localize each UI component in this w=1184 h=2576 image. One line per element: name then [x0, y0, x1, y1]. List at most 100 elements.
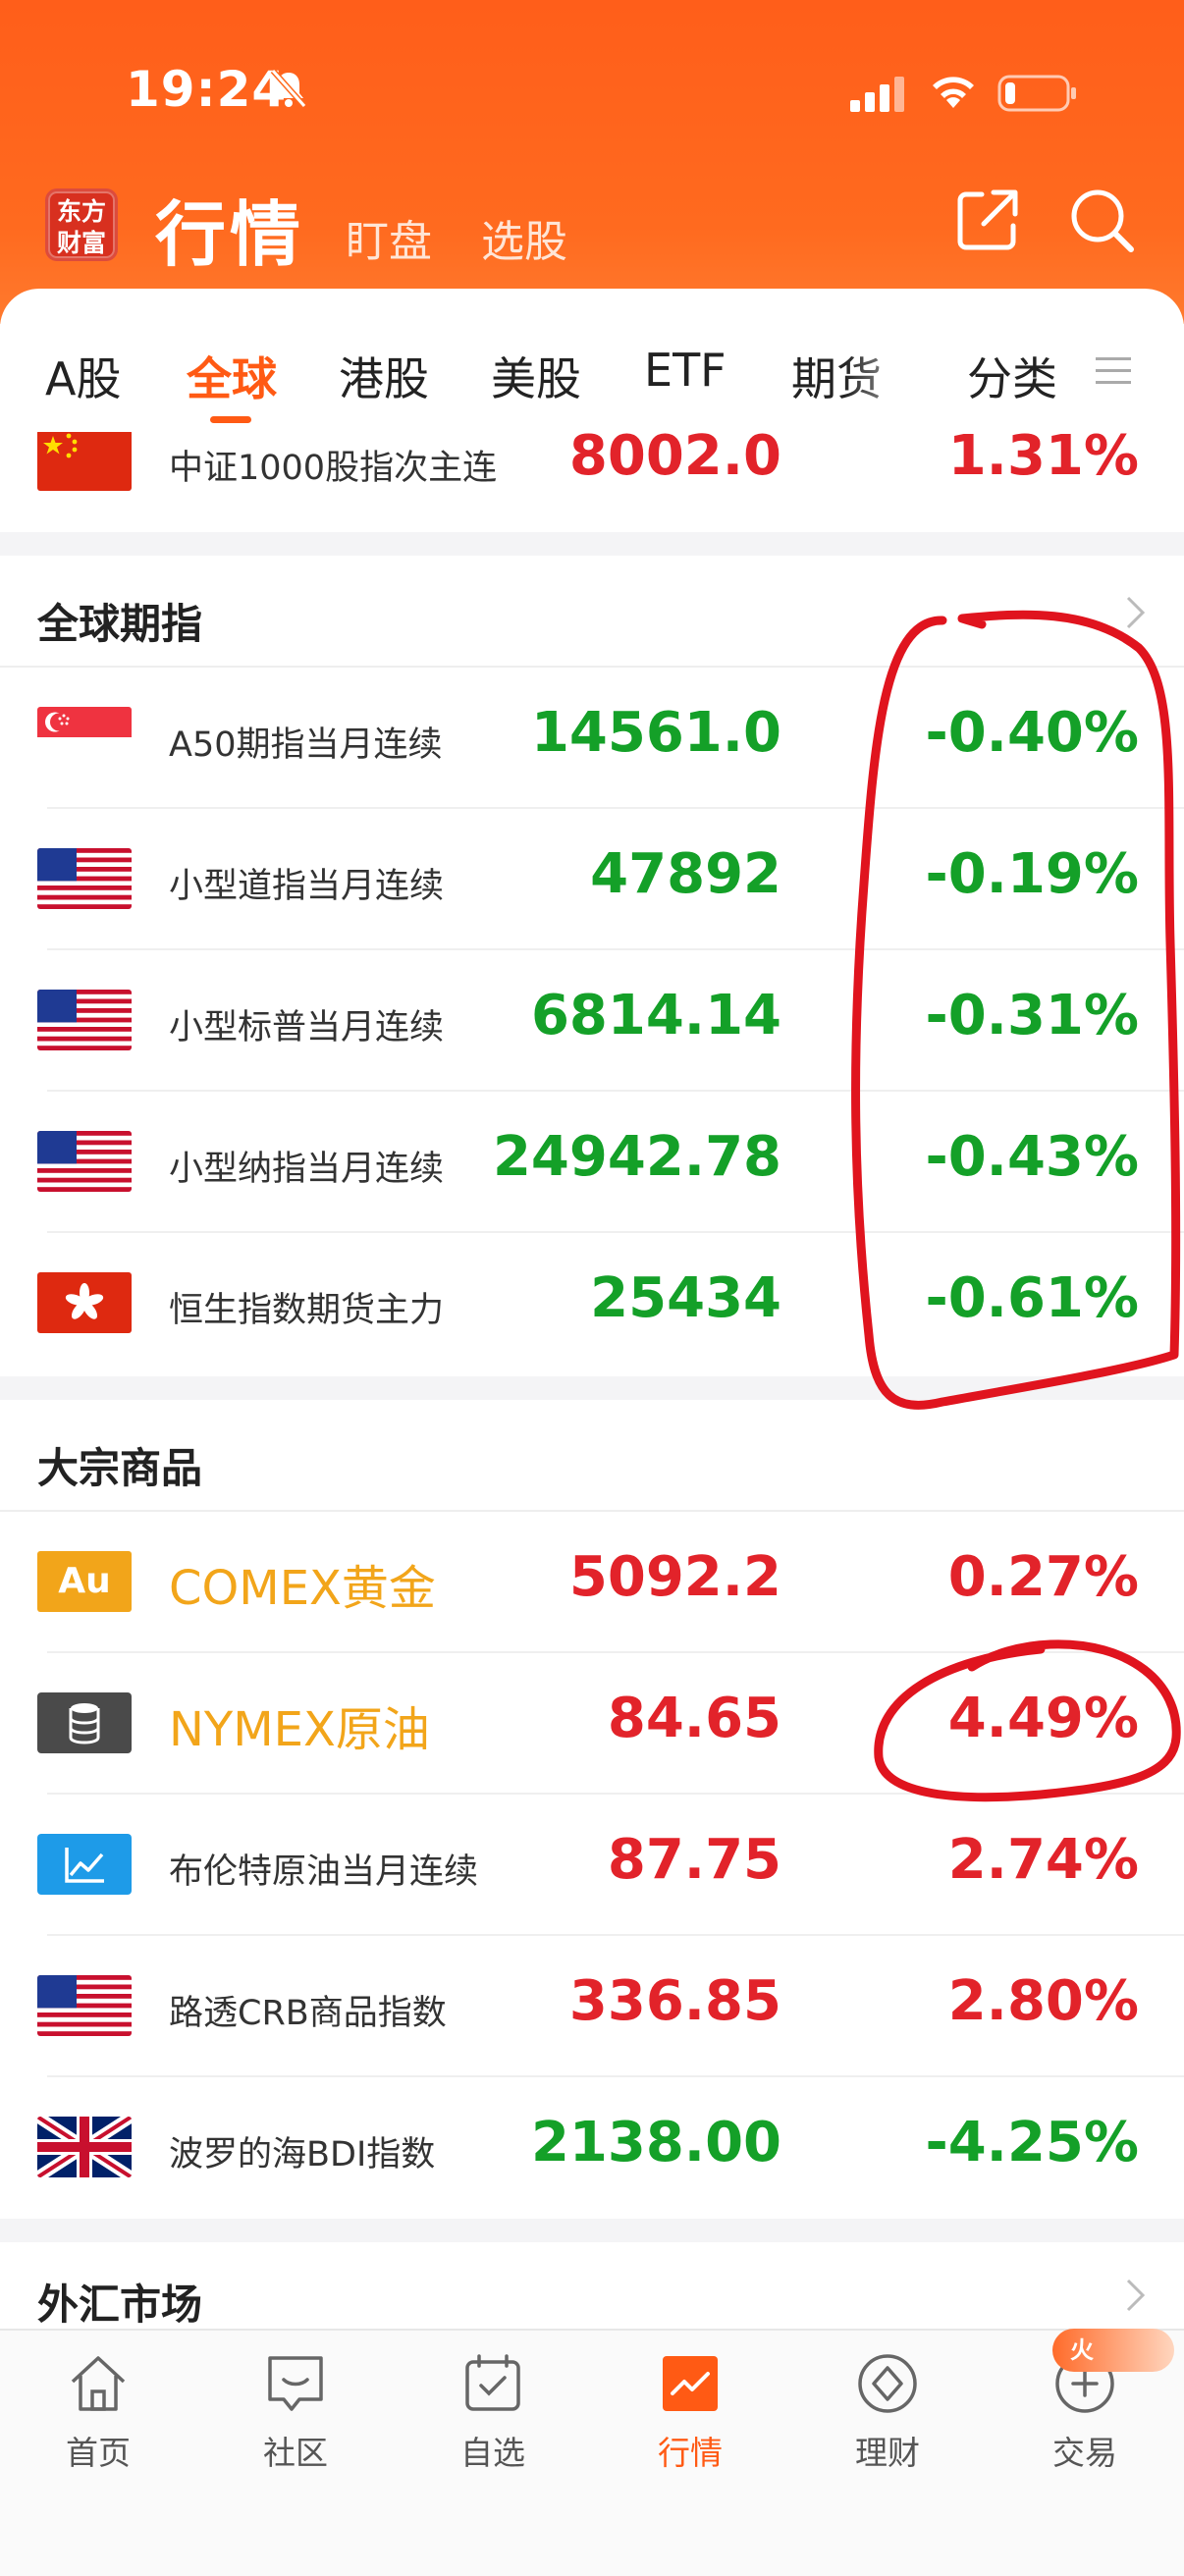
table-row[interactable]: 波罗的海BDI指数 2138.00 -4.25% — [0, 2077, 1184, 2219]
app-header: 东方 财富 行情 盯盘 选股 — [0, 177, 1184, 285]
us-flag-icon — [37, 990, 132, 1050]
wifi-icon — [933, 77, 974, 108]
nav-home[interactable]: 首页 — [29, 2348, 167, 2474]
instrument-name: 波罗的海BDI指数 — [169, 2135, 436, 2174]
singapore-flag-icon — [37, 707, 132, 768]
instrument-name: COMEX黄金 — [169, 1561, 436, 1616]
table-row[interactable]: 恒生指数期货主力 25434 -0.61% — [0, 1233, 1184, 1374]
section-title: 全球期指 — [37, 600, 203, 648]
table-row[interactable]: Au COMEX黄金 5092.2 0.27% — [0, 1512, 1184, 1653]
us-flag-icon — [37, 848, 132, 909]
us-flag-icon — [37, 1131, 132, 1192]
table-row[interactable]: 布伦特原油当月连续 87.75 2.74% — [0, 1795, 1184, 1936]
hot-badge: 火 — [1052, 2329, 1174, 2372]
table-row[interactable]: 小型道指当月连续 47892 -0.19% — [0, 809, 1184, 950]
community-icon — [268, 2356, 323, 2411]
section-header[interactable]: 大宗商品 — [0, 1400, 1184, 1512]
section-header[interactable]: 外汇市场 — [0, 2242, 1184, 2331]
battery-icon — [997, 75, 1076, 112]
nav-market[interactable]: 行情 — [621, 2348, 759, 2474]
instrument-name: 恒生指数期货主力 — [169, 1291, 445, 1330]
instrument-change: 2.74% — [947, 1828, 1139, 1892]
section-header[interactable]: 全球期指 — [0, 556, 1184, 668]
hong-kong-flag-icon — [37, 1272, 132, 1333]
instrument-price: 87.75 — [607, 1828, 781, 1892]
wealth-icon — [858, 2354, 917, 2413]
instrument-price: 47892 — [590, 842, 781, 906]
market-icon — [663, 2356, 718, 2411]
tab-etf[interactable]: ETF — [644, 344, 727, 397]
instrument-name: 小型标普当月连续 — [169, 1008, 445, 1047]
table-row[interactable]: 小型标普当月连续 6814.14 -0.31% — [0, 950, 1184, 1092]
active-tab-indicator — [210, 416, 251, 423]
search-icon[interactable] — [1068, 187, 1137, 255]
tab-category[interactable]: 分类 — [967, 344, 1057, 408]
section-commodities: 大宗商品 Au COMEX黄金 5092.2 0.27% NYMEX原油 84.… — [0, 1400, 1184, 2219]
section-global-futures: 全球期指 A50期指当月连续 14561.0 -0.40% 小型道指当月连续 4… — [0, 556, 1184, 1376]
bottom-nav: 首页 社区 自选 行情 理财 交易 — [0, 2329, 1184, 2576]
instrument-price: 2138.00 — [530, 2111, 781, 2174]
page-title: 行情 — [155, 193, 305, 276]
instrument-change: -0.31% — [925, 984, 1139, 1047]
table-row[interactable]: 小型纳指当月连续 24942.78 -0.43% — [0, 1092, 1184, 1233]
instrument-name: 布伦特原油当月连续 — [169, 1852, 479, 1892]
tab-hk-stocks[interactable]: 港股 — [339, 344, 429, 408]
instrument-name: A50期指当月连续 — [169, 725, 443, 765]
table-row[interactable]: A50期指当月连续 14561.0 -0.40% — [0, 668, 1184, 809]
section-forex: 外汇市场 — [0, 2242, 1184, 2331]
us-flag-icon — [37, 1975, 132, 2036]
instrument-change: -0.19% — [925, 842, 1139, 906]
instrument-change: 1.31% — [947, 432, 1139, 488]
section-title: 外汇市场 — [37, 2281, 203, 2329]
chart-trend-icon — [37, 1834, 132, 1895]
menu-icon[interactable] — [1094, 351, 1133, 391]
instrument-price: 336.85 — [568, 1969, 781, 2033]
uk-flag-icon — [37, 2117, 132, 2177]
tab-a-shares[interactable]: A股 — [45, 344, 121, 408]
instrument-change: -0.61% — [925, 1266, 1139, 1330]
home-icon — [71, 2356, 126, 2411]
previous-section: 中证1000股指次主连 8002.0 1.31% — [0, 432, 1184, 532]
china-flag-icon — [37, 432, 132, 491]
tab-fade — [844, 328, 942, 416]
gold-icon: Au — [37, 1551, 132, 1612]
app-logo: 东方 财富 — [45, 188, 118, 261]
instrument-name: 路透CRB商品指数 — [169, 1994, 447, 2033]
instrument-name: 小型道指当月连续 — [169, 867, 445, 906]
instrument-change: 0.27% — [947, 1545, 1139, 1609]
chevron-right-icon — [1126, 2279, 1146, 2312]
instrument-change: -0.43% — [925, 1125, 1139, 1189]
table-row[interactable]: 路透CRB商品指数 336.85 2.80% — [0, 1936, 1184, 2077]
instrument-change: -0.40% — [925, 701, 1139, 765]
nav-watchlist[interactable]: 自选 — [424, 2348, 562, 2474]
nav-wealth[interactable]: 理财 — [819, 2348, 956, 2474]
nav-community[interactable]: 社区 — [227, 2348, 364, 2474]
instrument-price: 24942.78 — [492, 1125, 781, 1189]
instrument-price: 8002.0 — [568, 432, 781, 488]
table-row[interactable]: NYMEX原油 84.65 4.49% — [0, 1653, 1184, 1795]
instrument-price: 5092.2 — [568, 1545, 781, 1609]
instrument-name: 小型纳指当月连续 — [169, 1150, 445, 1189]
instrument-change: -4.25% — [925, 2111, 1139, 2174]
bell-muted-icon — [270, 69, 307, 108]
instrument-change: 4.49% — [947, 1687, 1139, 1750]
instrument-change: 2.80% — [947, 1969, 1139, 2033]
section-title: 大宗商品 — [37, 1444, 203, 1492]
instrument-name: NYMEX原油 — [169, 1702, 430, 1757]
tab-us-stocks[interactable]: 美股 — [491, 344, 581, 408]
market-tabs: A股 全球 港股 美股 ETF 期货 分类 — [0, 289, 1184, 432]
share-icon[interactable] — [954, 187, 1021, 253]
list-item[interactable]: 中证1000股指次主连 8002.0 1.31% — [0, 432, 1184, 491]
status-time: 19:24 — [126, 61, 288, 118]
instrument-price: 25434 — [590, 1266, 781, 1330]
instrument-name: 中证1000股指次主连 — [169, 449, 498, 488]
status-bar: 19:24 — [0, 61, 1184, 130]
tab-stock-picker[interactable]: 选股 — [481, 206, 567, 269]
tab-global[interactable]: 全球 — [187, 344, 277, 408]
cellular-signal-icon — [850, 77, 904, 112]
instrument-price: 14561.0 — [530, 701, 781, 765]
oil-barrel-icon — [37, 1692, 132, 1753]
tab-watch-panel[interactable]: 盯盘 — [346, 206, 432, 269]
watchlist-icon — [465, 2354, 520, 2411]
instrument-price: 84.65 — [607, 1687, 781, 1750]
